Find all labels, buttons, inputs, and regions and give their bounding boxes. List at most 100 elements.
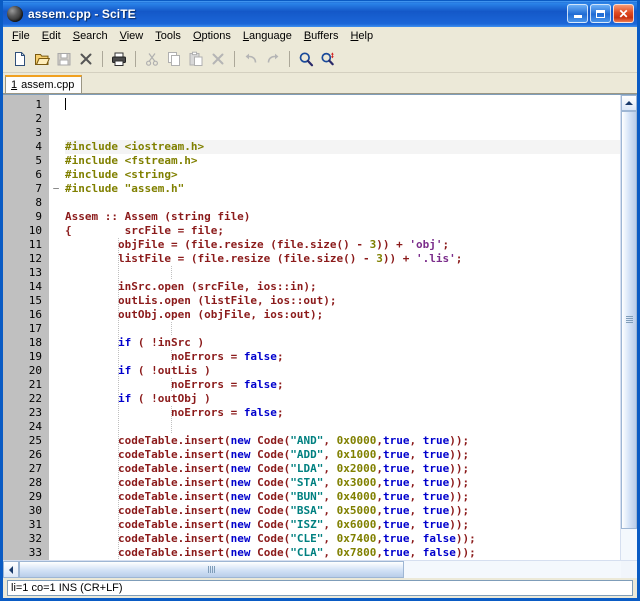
code-line[interactable]: if ( !outObj ) [65, 392, 620, 406]
indent-guide [118, 378, 119, 392]
indent-guide [118, 364, 119, 378]
code-token: , [409, 476, 422, 489]
close-file-icon[interactable] [75, 48, 97, 70]
code-line[interactable]: Assem :: Assem (string file) [65, 210, 620, 224]
code-token: )) + [376, 238, 409, 251]
code-token: )); [456, 532, 476, 545]
code-token: outLis.open (listFile, ios::out); [65, 294, 337, 307]
code-token: false [244, 406, 277, 419]
code-line[interactable]: noErrors = false; [65, 406, 620, 420]
menu-item-help[interactable]: Help [344, 29, 379, 43]
code-token: Code( [250, 504, 290, 517]
fold-cell [49, 406, 63, 420]
code-token: , [409, 532, 422, 545]
code-token: )); [449, 448, 469, 461]
horizontal-scrollbar[interactable] [3, 560, 637, 578]
code-line[interactable]: codeTable.insert(new Code("ADD", 0x1000,… [65, 448, 620, 462]
indent-guide [171, 322, 172, 336]
code-token: codeTable.insert( [65, 448, 231, 461]
minimize-button[interactable] [567, 4, 588, 23]
vertical-scroll-thumb[interactable] [621, 111, 637, 529]
code-line[interactable]: codeTable.insert(new Code("LDA", 0x2000,… [65, 462, 620, 476]
fold-cell [49, 210, 63, 224]
fold-cell [49, 518, 63, 532]
menu-item-view[interactable]: View [114, 29, 150, 43]
close-button[interactable]: ✕ [613, 4, 634, 23]
horizontal-scroll-thumb[interactable] [19, 561, 404, 578]
code-token: #include <iostream.h> [65, 140, 204, 153]
code-token: "CLE" [290, 532, 323, 545]
code-line[interactable]: codeTable.insert(new Code("BSA", 0x5000,… [65, 504, 620, 518]
menu-item-edit[interactable]: Edit [36, 29, 67, 43]
menu-item-search[interactable]: Search [67, 29, 114, 43]
vertical-scrollbar[interactable] [620, 95, 637, 560]
code-line[interactable]: codeTable.insert(new Code("BUN", 0x4000,… [65, 490, 620, 504]
code-line[interactable] [65, 420, 620, 434]
code-line[interactable]: if ( !inSrc ) [65, 336, 620, 350]
replace-icon[interactable] [317, 48, 339, 70]
code-token: noErrors = [65, 350, 244, 363]
print-icon[interactable] [108, 48, 130, 70]
code-token: ; [277, 406, 284, 419]
scroll-up-button[interactable] [621, 95, 637, 111]
menu-item-tools[interactable]: Tools [149, 29, 187, 43]
menu-item-file[interactable]: File [6, 29, 36, 43]
open-file-icon[interactable] [31, 48, 53, 70]
code-line[interactable]: #include <string> [65, 168, 620, 182]
menu-item-options[interactable]: Options [187, 29, 237, 43]
code-line[interactable]: #include <iostream.h> [65, 140, 620, 154]
fold-toggle[interactable]: − [49, 182, 63, 196]
code-line[interactable]: noErrors = false; [65, 350, 620, 364]
code-line[interactable]: noErrors = false; [65, 378, 620, 392]
code-token: , [376, 448, 383, 461]
maximize-button[interactable] [590, 4, 611, 23]
code-token: )); [449, 476, 469, 489]
code-token: Code( [250, 476, 290, 489]
code-token: , [376, 490, 383, 503]
line-number: 1 [3, 98, 42, 112]
horizontal-scroll-track[interactable] [19, 561, 621, 578]
code-line[interactable]: #include "assem.h" [65, 182, 620, 196]
title-bar[interactable]: assem.cpp - SciTE ✕ [3, 0, 637, 27]
code-line[interactable] [65, 266, 620, 280]
code-line[interactable]: codeTable.insert(new Code("CLA", 0x7800,… [65, 546, 620, 560]
code-line[interactable] [65, 196, 620, 210]
fold-cell [49, 420, 63, 434]
code-text-area[interactable]: #include <iostream.h>#include <fstream.h… [63, 95, 620, 560]
fold-margin[interactable]: − [49, 95, 63, 560]
code-line[interactable]: codeTable.insert(new Code("ISZ", 0x6000,… [65, 518, 620, 532]
editor-container: 1234567891011121314151617181920212223242… [3, 94, 637, 560]
code-line[interactable]: objFile = (file.resize (file.size() - 3)… [65, 238, 620, 252]
code-line[interactable]: outObj.open (objFile, ios:out); [65, 308, 620, 322]
code-line[interactable]: inSrc.open (srcFile, ios::in); [65, 280, 620, 294]
fold-cell [49, 378, 63, 392]
line-number: 9 [3, 210, 42, 224]
code-line[interactable]: codeTable.insert(new Code("AND", 0x0000,… [65, 434, 620, 448]
fold-cell [49, 280, 63, 294]
code-line[interactable]: { srcFile = file; [65, 224, 620, 238]
code-token: true [423, 504, 450, 517]
fold-cell [49, 490, 63, 504]
code-token: , [323, 434, 336, 447]
code-line[interactable]: if ( !outLis ) [65, 364, 620, 378]
indent-guide [171, 378, 172, 392]
code-line[interactable] [65, 322, 620, 336]
menu-item-buffers[interactable]: Buffers [298, 29, 345, 43]
new-file-icon[interactable] [9, 48, 31, 70]
code-token: , [323, 518, 336, 531]
code-line[interactable]: codeTable.insert(new Code("STA", 0x3000,… [65, 476, 620, 490]
scroll-left-button[interactable] [3, 561, 19, 578]
code-line[interactable]: #include <fstream.h> [65, 154, 620, 168]
code-editor[interactable]: 1234567891011121314151617181920212223242… [3, 95, 620, 560]
code-line[interactable]: codeTable.insert(new Code("CLE", 0x7400,… [65, 532, 620, 546]
menu-item-language[interactable]: Language [237, 29, 298, 43]
code-token: , [409, 462, 422, 475]
find-icon[interactable] [295, 48, 317, 70]
code-token: inSrc.open (srcFile, ios::in); [65, 280, 317, 293]
line-number: 31 [3, 518, 42, 532]
code-line[interactable]: outLis.open (listFile, ios::out); [65, 294, 620, 308]
buffer-tab-assem-cpp[interactable]: 1assem.cpp [5, 75, 82, 93]
line-number: 23 [3, 406, 42, 420]
vertical-scroll-track[interactable] [621, 111, 637, 560]
code-line[interactable]: listFile = (file.resize (file.size() - 3… [65, 252, 620, 266]
